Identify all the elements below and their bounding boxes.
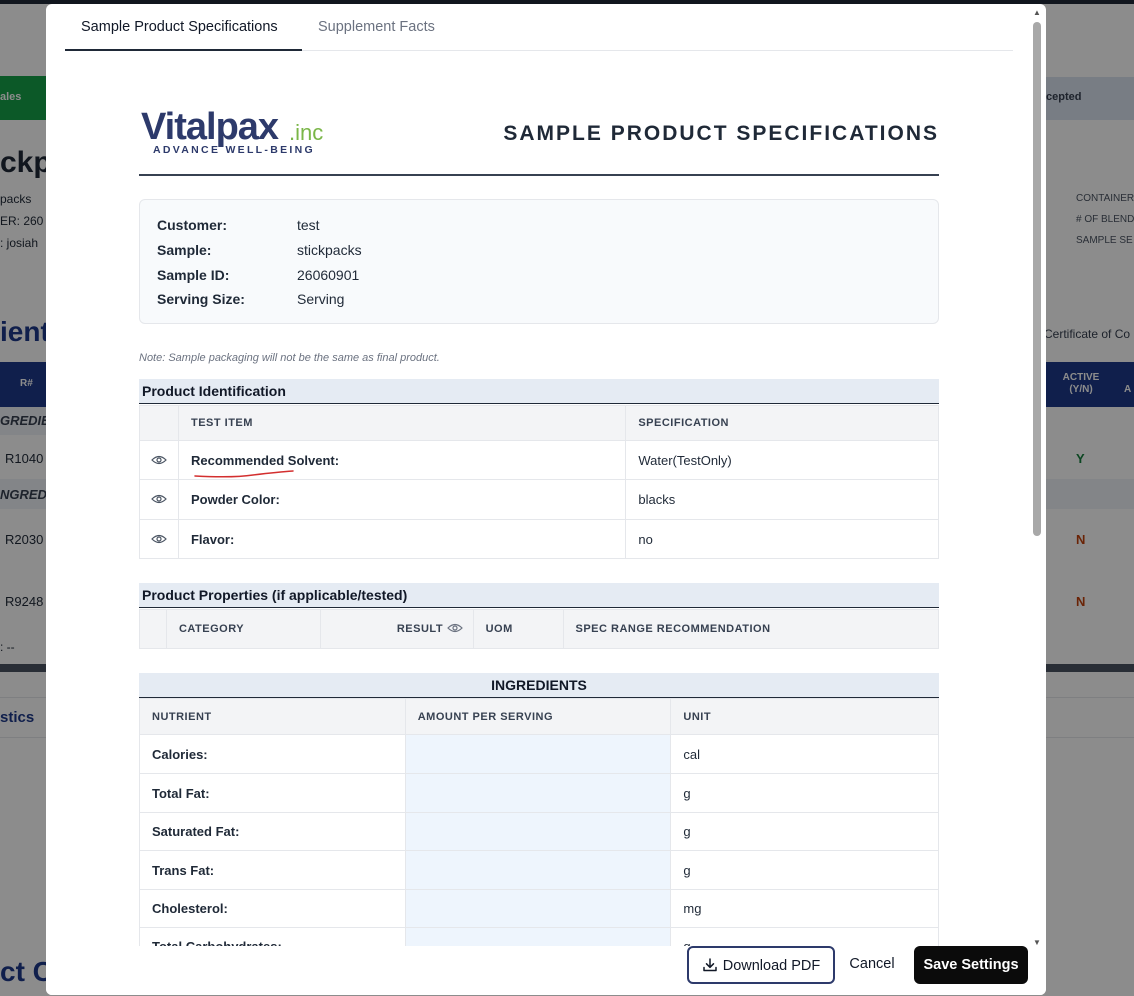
column-header: UOM xyxy=(472,609,564,649)
unit-value: g xyxy=(670,773,939,813)
visibility-toggle[interactable] xyxy=(139,479,179,520)
column-header: SPEC RANGE RECOMMENDATION xyxy=(562,609,939,649)
tab-bar: Sample Product Specifications Supplement… xyxy=(65,4,1013,51)
amount-input[interactable] xyxy=(404,773,672,813)
nutrient-name: Total Fat: xyxy=(139,773,406,813)
amount-input[interactable] xyxy=(404,927,672,946)
info-label: Serving Size: xyxy=(157,291,245,307)
logo-brand: Vitalpax xyxy=(141,106,279,148)
scroll-up-arrow-icon[interactable]: ▲ xyxy=(1032,8,1042,18)
info-value: stickpacks xyxy=(297,242,362,258)
info-label: Customer: xyxy=(157,217,228,233)
amount-input[interactable] xyxy=(404,812,672,851)
sample-info-card: Customer: test Sample: stickpacks Sample… xyxy=(139,199,939,324)
table-row: Total Fat: g xyxy=(139,773,939,813)
nutrient-name: Total Carbohydrates: xyxy=(139,927,406,946)
specification-value: no xyxy=(625,519,939,559)
unit-value: mg xyxy=(670,889,939,928)
result-column-header: RESULT xyxy=(319,609,474,649)
unit-value: g xyxy=(670,812,939,851)
nutrient-name: Trans Fat: xyxy=(139,850,406,890)
column-header: NUTRIENT xyxy=(139,698,406,735)
info-value: test xyxy=(297,217,320,233)
info-label: Sample ID: xyxy=(157,267,230,283)
eye-icon[interactable] xyxy=(151,494,167,504)
column-header: TEST ITEM xyxy=(177,405,627,441)
logo-tagline: ADVANCE WELL-BEING xyxy=(153,144,315,156)
unit-value: cal xyxy=(670,734,939,774)
eye-icon[interactable] xyxy=(151,534,167,544)
tab-supplement-facts[interactable]: Supplement Facts xyxy=(302,4,451,51)
amount-input[interactable] xyxy=(404,889,672,928)
modal-footer: Download PDF Cancel Save Settings xyxy=(46,946,1046,995)
nutrient-name: Cholesterol: xyxy=(139,889,406,928)
product-identification-heading: Product Identification xyxy=(139,379,939,404)
nutrient-name: Calories: xyxy=(139,734,406,774)
test-item: Powder Color: xyxy=(177,479,627,520)
table-row: Cholesterol: mg xyxy=(139,889,939,928)
eye-icon[interactable] xyxy=(446,623,463,633)
download-pdf-label: Download PDF xyxy=(722,958,821,974)
nutrient-name: Saturated Fat: xyxy=(139,812,406,851)
table-row: Recommended Solvent: Water(TestOnly) xyxy=(139,440,939,480)
table-header-row: TEST ITEM SPECIFICATION xyxy=(139,405,939,441)
logo-suffix: .inc xyxy=(289,120,324,145)
visibility-toggle[interactable] xyxy=(139,440,179,480)
spacer-column-header xyxy=(139,609,167,649)
test-item: Recommended Solvent: xyxy=(177,440,627,480)
product-properties-heading: Product Properties (if applicable/tested… xyxy=(139,583,939,608)
table-row: Trans Fat: g xyxy=(139,850,939,890)
info-value: 26060901 xyxy=(297,267,360,283)
scrollbar-thumb[interactable] xyxy=(1033,22,1041,536)
column-header: UNIT xyxy=(670,698,939,735)
unit-value: g xyxy=(670,850,939,890)
test-item-label: Recommended Solvent: xyxy=(190,452,340,468)
eye-column-header xyxy=(139,405,179,441)
visibility-toggle[interactable] xyxy=(139,519,179,559)
tab-sample-product-specifications[interactable]: Sample Product Specifications xyxy=(65,4,302,51)
document-title: SAMPLE PRODUCT SPECIFICATIONS xyxy=(503,122,939,145)
cancel-button[interactable]: Cancel xyxy=(841,946,903,984)
download-pdf-button[interactable]: Download PDF xyxy=(687,946,835,984)
table-row: Flavor: no xyxy=(139,519,939,559)
modal-scroll-area[interactable]: Vitalpax .inc ADVANCE WELL-BEING SAMPLE … xyxy=(46,52,1032,946)
save-settings-button[interactable]: Save Settings xyxy=(914,946,1028,984)
specification-value: blacks xyxy=(625,479,939,520)
unit-value: g xyxy=(670,927,939,946)
ingredients-table: NUTRIENT AMOUNT PER SERVING UNIT Calorie… xyxy=(139,698,939,946)
specification-value: Water(TestOnly) xyxy=(625,440,939,480)
info-label: Sample: xyxy=(157,242,212,258)
column-header-label: RESULT xyxy=(396,623,444,635)
test-item: Flavor: xyxy=(177,519,627,559)
ingredients-heading: INGREDIENTS xyxy=(139,673,939,698)
packaging-note: Note: Sample packaging will not be the s… xyxy=(139,352,440,364)
product-identification-table: TEST ITEM SPECIFICATION Recommended Solv… xyxy=(139,405,939,559)
modal-scrollbar[interactable]: ▲ ▼ xyxy=(1032,8,1042,948)
download-icon xyxy=(702,958,717,972)
table-row: Powder Color: blacks xyxy=(139,479,939,520)
eye-icon[interactable] xyxy=(151,455,167,465)
column-header: SPECIFICATION xyxy=(625,405,939,441)
table-header-row: CATEGORY RESULT UOM SPEC RANGE RECOMMEND… xyxy=(139,609,939,649)
amount-input[interactable] xyxy=(404,850,672,890)
red-underline-annotation xyxy=(194,470,294,478)
info-value: Serving xyxy=(297,291,345,307)
title-divider xyxy=(139,174,939,176)
column-header: CATEGORY xyxy=(165,609,321,649)
table-row: Calories: cal xyxy=(139,734,939,774)
table-row: Total Carbohydrates: g xyxy=(139,927,939,946)
table-header-row: NUTRIENT AMOUNT PER SERVING UNIT xyxy=(139,698,939,735)
table-row: Saturated Fat: g xyxy=(139,812,939,851)
amount-input[interactable] xyxy=(404,734,672,774)
product-properties-table: CATEGORY RESULT UOM SPEC RANGE RECOMMEND… xyxy=(139,609,939,649)
column-header: AMOUNT PER SERVING xyxy=(404,698,672,735)
spec-modal: Sample Product Specifications Supplement… xyxy=(46,4,1046,995)
vitalpax-logo: Vitalpax .inc ADVANCE WELL-BEING xyxy=(141,106,341,160)
